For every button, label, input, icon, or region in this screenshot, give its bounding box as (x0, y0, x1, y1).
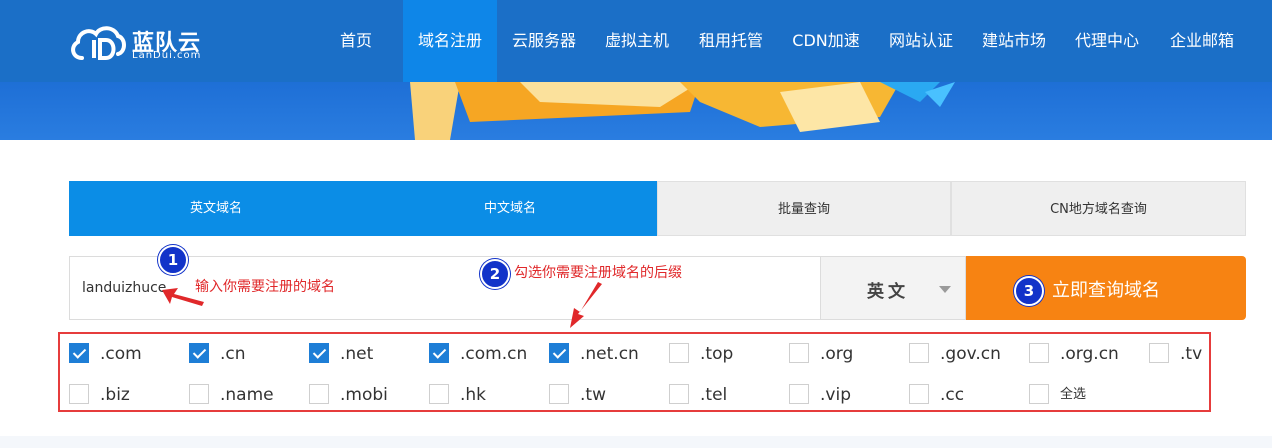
checkbox[interactable] (69, 384, 89, 404)
page-bottom-strip (0, 436, 1272, 448)
site-logo[interactable]: 蓝队云 LanDui.com (68, 22, 238, 64)
checkbox[interactable] (309, 343, 329, 363)
suffix-label: .gov.cn (940, 344, 1001, 364)
step-2-badge: 2 (480, 259, 510, 289)
checkbox[interactable] (549, 384, 569, 404)
checkbox[interactable] (189, 343, 209, 363)
nav-virtual-host[interactable]: 虚拟主机 (598, 0, 676, 82)
suffix-label: .net.cn (580, 344, 639, 364)
suffix-label: .vip (820, 385, 851, 405)
nav-site-cert[interactable]: 网站认证 (882, 0, 960, 82)
suffix-label: .com.cn (460, 344, 528, 364)
suffix-label: .org (820, 344, 854, 364)
nav-bar: 蓝队云 LanDui.com 首页 域名注册 云服务器 虚拟主机 租用托管 CD… (0, 0, 1272, 82)
step-3-badge: 3 (1014, 276, 1044, 306)
suffix-label: .net (340, 344, 374, 364)
suffix-label: .com (100, 344, 142, 364)
checkbox[interactable] (429, 343, 449, 363)
language-select[interactable]: 英文 (820, 256, 966, 320)
checkbox[interactable] (1029, 343, 1049, 363)
tab-english-domain[interactable]: 英文域名 (69, 181, 363, 236)
checkbox[interactable] (789, 384, 809, 404)
select-all-label: 全选 (1060, 387, 1087, 402)
checkbox[interactable] (909, 343, 929, 363)
checkbox[interactable] (189, 384, 209, 404)
step-1-badge: 1 (158, 245, 188, 275)
tab-cn-local-query[interactable]: CN地方域名查询 (951, 181, 1246, 236)
checkbox[interactable] (549, 343, 569, 363)
suffix-label: .mobi (340, 385, 388, 405)
suffix-label: .tv (1180, 344, 1203, 364)
nav-cloud-server[interactable]: 云服务器 (505, 0, 583, 82)
nav-domain-register[interactable]: 域名注册 (403, 0, 497, 82)
suffix-label: .org.cn (1060, 344, 1119, 364)
tab-chinese-domain[interactable]: 中文域名 (363, 181, 657, 236)
checkbox[interactable] (789, 343, 809, 363)
suffix-label: .cn (220, 344, 246, 364)
nav-agent[interactable]: 代理中心 (1068, 0, 1146, 82)
suffix-label: .top (700, 344, 734, 364)
checkbox[interactable] (69, 343, 89, 363)
search-domain-button-label: 立即查询域名 (1052, 280, 1160, 301)
checkbox[interactable] (669, 343, 689, 363)
suffix-label: .name (220, 385, 274, 405)
checkbox[interactable] (429, 384, 449, 404)
nav-cdn[interactable]: CDN加速 (785, 0, 867, 82)
search-domain-button[interactable]: 立即查询域名 (966, 256, 1246, 320)
logo-subtext: LanDui.com (132, 50, 202, 61)
nav-hosting[interactable]: 租用托管 (692, 0, 770, 82)
cloud-logo-icon (71, 26, 126, 60)
nav-home[interactable]: 首页 (326, 0, 386, 82)
checkbox[interactable] (1029, 384, 1049, 404)
language-select-label: 英文 (867, 282, 909, 302)
annotation-enter-domain: 输入你需要注册的域名 (195, 279, 335, 295)
banner-graphic (410, 82, 955, 140)
arrow-down-icon (570, 282, 602, 328)
checkbox[interactable] (1149, 343, 1169, 363)
annotation-select-suffix: 勾选你需要注册域名的后缀 (514, 265, 682, 281)
nav-site-market[interactable]: 建站市场 (975, 0, 1053, 82)
promo-banner[interactable] (0, 82, 1272, 140)
nav-email[interactable]: 企业邮箱 (1163, 0, 1241, 82)
checkbox[interactable] (669, 384, 689, 404)
suffix-label: .tw (580, 385, 606, 405)
suffix-label: .cc (940, 385, 965, 405)
tab-batch-query[interactable]: 批量查询 (657, 181, 951, 236)
caret-down-icon (939, 286, 951, 293)
suffix-label: .tel (700, 385, 728, 405)
suffix-label: .biz (100, 385, 130, 405)
checkbox[interactable] (309, 384, 329, 404)
arrow-left-icon (162, 288, 204, 306)
checkbox[interactable] (909, 384, 929, 404)
suffix-label: .hk (460, 385, 487, 405)
site-header: 蓝队云 LanDui.com 首页 域名注册 云服务器 虚拟主机 租用托管 CD… (0, 0, 1272, 140)
